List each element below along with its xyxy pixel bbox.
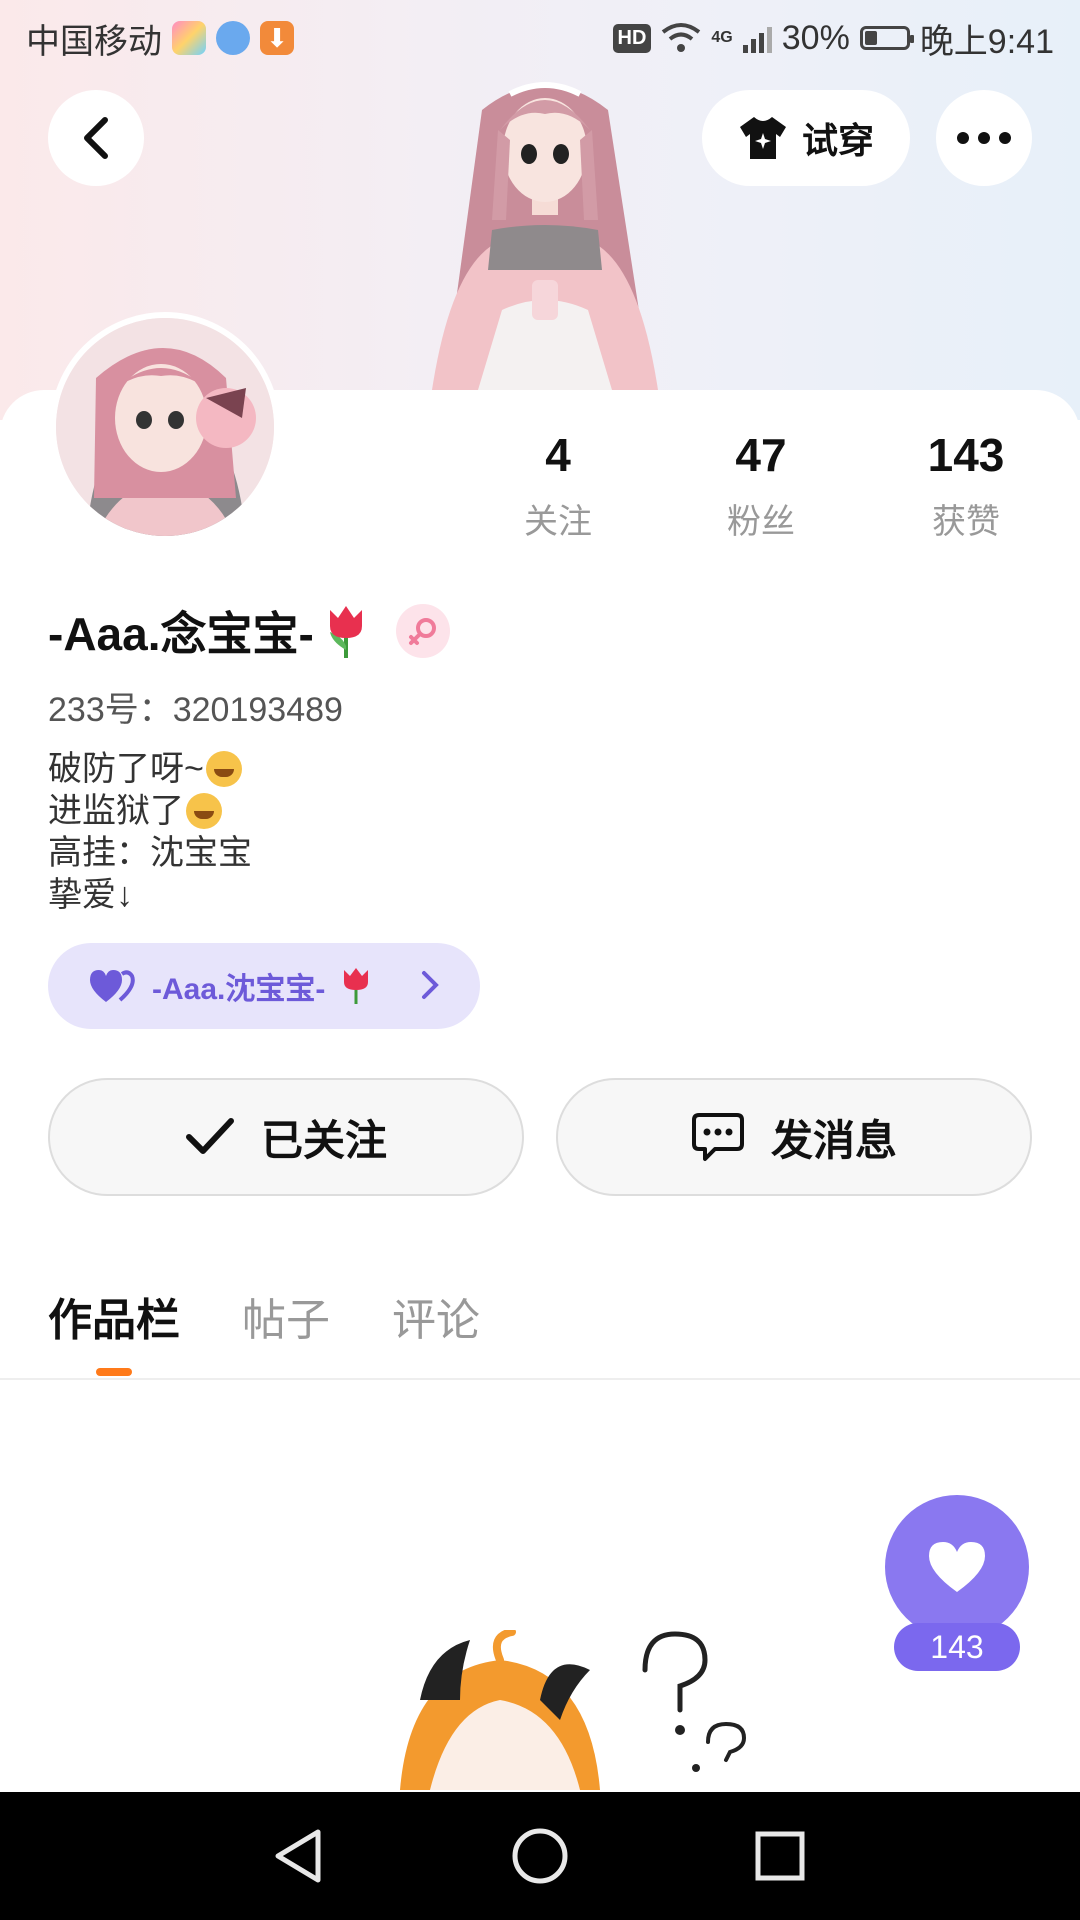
signal-icon (742, 23, 772, 53)
try-on-button[interactable]: 试穿 (702, 90, 910, 186)
tab-comments[interactable]: 评论 (392, 1284, 480, 1348)
chat-bubble-icon (691, 1113, 744, 1161)
linked-user-pill[interactable]: -Aaa.沈宝宝- (48, 943, 480, 1029)
stat-value: 47 (735, 429, 787, 481)
bio: 破防了呀~ 进监狱了 高挂：沈宝宝 挚爱↓ (48, 748, 252, 916)
bio-line: 挚爱↓ (48, 876, 133, 914)
linked-user-name: -Aaa.沈宝宝- (152, 973, 326, 1006)
empty-state-mascot (400, 1630, 747, 1790)
tulip-icon (329, 606, 362, 658)
active-tab-indicator (96, 1368, 132, 1376)
stat-label: 粉丝 (727, 503, 795, 541)
user-id: 233号：320193489 (48, 682, 343, 731)
system-nav-bar (0, 1792, 1080, 1920)
send-message-button[interactable]: 发消息 (556, 1078, 1032, 1196)
followed-button[interactable]: 已关注 (48, 1078, 524, 1196)
app-notification-icon (172, 21, 206, 55)
stat-likes[interactable]: 143 获赞 (886, 428, 1046, 543)
stat-label: 获赞 (932, 503, 1000, 541)
bio-line: 进监狱了 (48, 792, 184, 830)
try-on-label: 试穿 (801, 120, 874, 161)
stat-value: 143 (927, 429, 1005, 481)
chevron-left-icon (84, 117, 108, 159)
stat-following[interactable]: 4 关注 (478, 428, 638, 543)
female-gender-badge (395, 604, 450, 658)
more-button[interactable] (936, 90, 1032, 186)
followed-label: 已关注 (260, 1116, 387, 1164)
check-icon (185, 1118, 234, 1154)
nav-back-icon[interactable] (270, 1826, 330, 1886)
back-button[interactable] (48, 90, 144, 186)
send-message-label: 发消息 (770, 1116, 897, 1164)
network-type-label: 4G (711, 29, 733, 46)
stat-followers[interactable]: 47 粉丝 (681, 428, 841, 543)
like-count-badge: 143 (894, 1623, 1020, 1671)
uid-label: 233号： (48, 691, 173, 729)
laughing-emoji-icon (186, 793, 222, 829)
heart-icon (929, 1542, 985, 1592)
status-bar: 中国移动 ⬇ HD 4G 30% 晚上9:41 (0, 0, 1080, 76)
bio-line: 高挂：沈宝宝 (48, 834, 252, 872)
double-heart-icon (90, 970, 135, 1002)
content-tabs: 作品栏 帖子 评论 (48, 1284, 480, 1348)
carrier-label: 中国移动 (26, 22, 162, 61)
battery-percent: 30% (781, 18, 850, 57)
hd-badge: HD (612, 23, 652, 53)
uid-value: 320193489 (172, 691, 343, 729)
clock: 晚上9:41 (919, 22, 1054, 61)
female-icon (408, 618, 436, 645)
tabs-divider (0, 1378, 1080, 1380)
tab-posts[interactable]: 帖子 (242, 1284, 330, 1348)
more-dots-icon (957, 132, 1011, 144)
laughing-emoji-icon (205, 751, 242, 787)
battery-icon (859, 26, 914, 50)
like-fab-button[interactable] (885, 1495, 1029, 1639)
wifi-icon (662, 23, 701, 52)
avatar-3d-figure (432, 82, 658, 390)
tulip-icon (344, 968, 369, 1004)
bio-line: 破防了呀~ (48, 750, 204, 788)
stat-label: 关注 (524, 503, 592, 541)
username-text: -Aaa.念宝宝- (48, 608, 314, 660)
stats-row: 4 关注 47 粉丝 143 获赞 (0, 428, 1080, 548)
browser-notification-icon (216, 21, 250, 55)
username: -Aaa.念宝宝- (48, 598, 450, 664)
nav-recents-icon[interactable] (750, 1826, 810, 1886)
nav-home-icon[interactable] (510, 1826, 570, 1886)
tshirt-sparkle-icon (739, 117, 786, 159)
download-notification-icon: ⬇ (260, 21, 294, 55)
chevron-right-icon (422, 971, 439, 999)
tab-works[interactable]: 作品栏 (48, 1284, 180, 1348)
stat-value: 4 (545, 429, 571, 481)
